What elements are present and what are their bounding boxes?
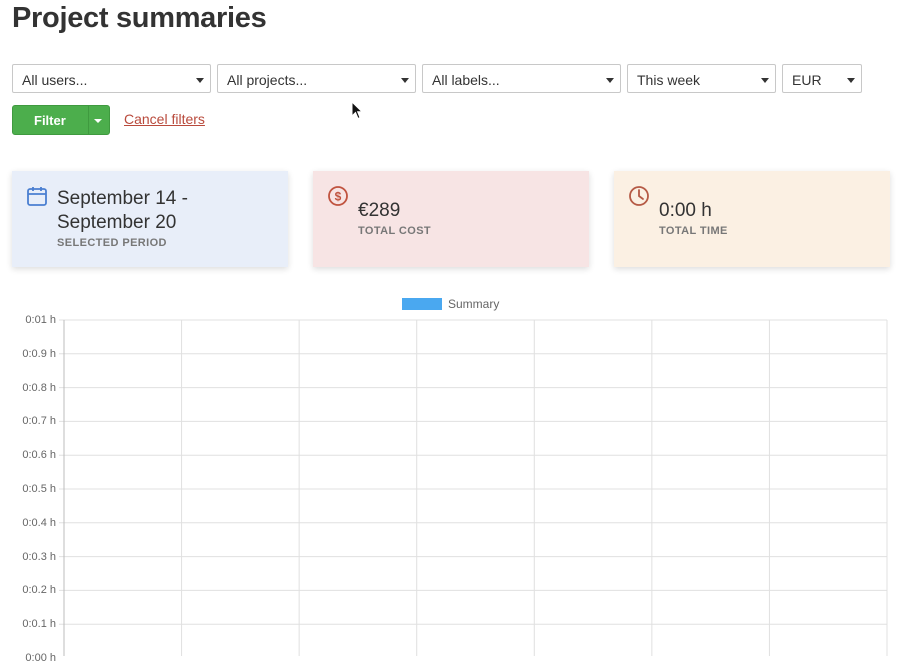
y-tick-label: 0:0.1 h <box>22 618 56 631</box>
mouse-cursor-icon <box>351 101 364 120</box>
y-tick-label: 0:0.3 h <box>22 550 56 563</box>
y-tick-label: 0:0.4 h <box>22 516 56 529</box>
y-tick-label: 0:0.2 h <box>22 584 56 597</box>
y-tick-label: 0:0.8 h <box>22 381 56 394</box>
y-tick-label: 0:0.6 h <box>22 449 56 462</box>
y-tick-label: 0:01 h <box>25 314 56 326</box>
y-tick-label: 0:00 h <box>25 652 56 664</box>
y-tick-label: 0:0.5 h <box>22 483 56 495</box>
y-tick-label: 0:0.7 h <box>22 415 56 428</box>
y-tick-label: 0:0.9 h <box>22 347 56 360</box>
chart-plot-area <box>59 319 888 656</box>
